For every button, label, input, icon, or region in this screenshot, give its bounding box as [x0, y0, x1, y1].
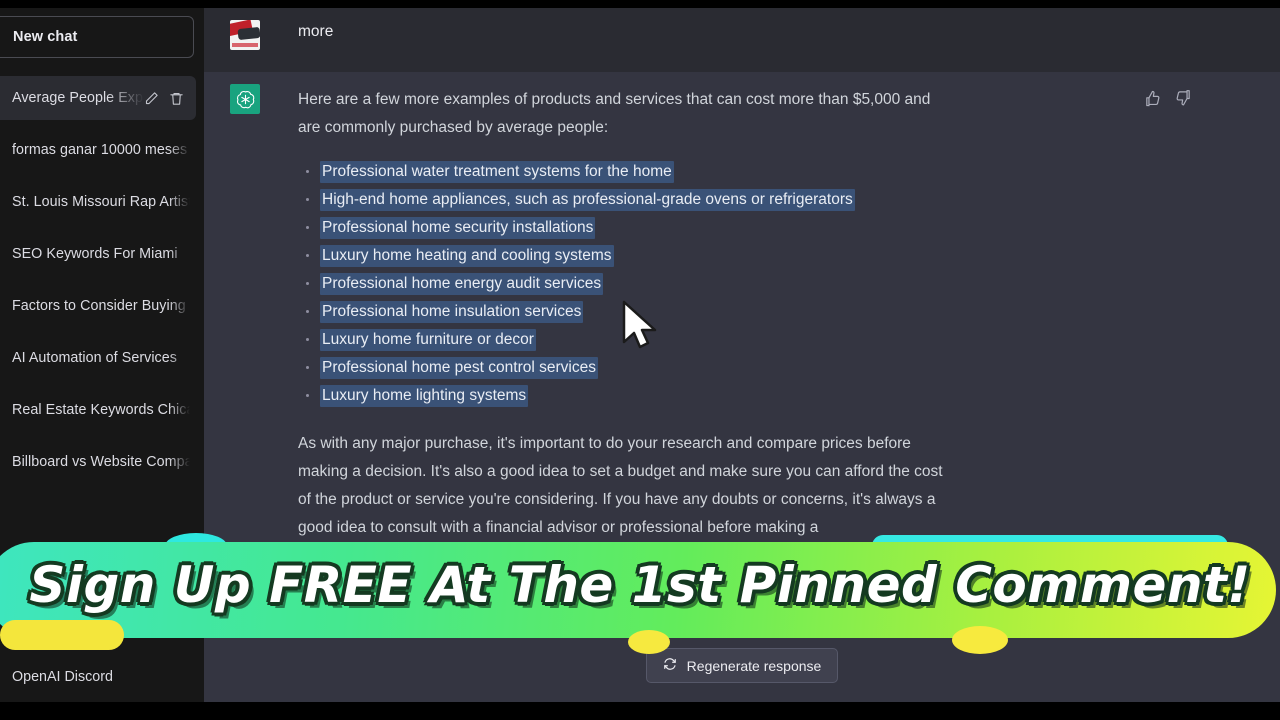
- list-item: Professional home energy audit services: [298, 270, 1250, 298]
- list-item-text: Professional home insulation services: [320, 301, 584, 323]
- list-item-text: High-end home appliances, such as profes…: [320, 189, 855, 211]
- regenerate-label: Regenerate response: [686, 657, 822, 674]
- trash-icon[interactable]: [169, 91, 184, 106]
- list-item-text: Professional home pest control services: [320, 357, 598, 379]
- list-item-text: Luxury home lighting systems: [320, 385, 529, 407]
- assistant-closing-paragraph: As with any major purchase, it's importa…: [298, 435, 943, 536]
- sidebar-item-label: AI Automation of Services: [12, 350, 177, 366]
- user-message-text: more: [298, 23, 334, 40]
- avatar-column: [204, 72, 260, 542]
- list-item-text: Professional home energy audit services: [320, 273, 604, 295]
- sidebar-item-formas-ganar[interactable]: formas ganar 10000 meses: [0, 128, 196, 172]
- new-chat-label: New chat: [13, 29, 78, 45]
- avatar: [230, 20, 260, 50]
- chat-history-list: Average People Expen: [0, 76, 196, 492]
- new-chat-button[interactable]: New chat: [0, 16, 194, 58]
- list-item: Professional home insulation services: [298, 298, 1250, 326]
- sidebar-item-label: Factors to Consider Buying S: [12, 298, 190, 314]
- list-item-text: Professional home security installations: [320, 217, 596, 239]
- chat-row-actions: [144, 91, 190, 106]
- list-item: Professional home security installations: [298, 214, 1250, 242]
- sidebar-item-label: St. Louis Missouri Rap Artists: [12, 194, 190, 210]
- sidebar-item-label: SEO Keywords For Miami: [12, 246, 178, 262]
- list-item: High-end home appliances, such as profes…: [298, 186, 1250, 214]
- list-item: Luxury home heating and cooling systems: [298, 242, 1250, 270]
- sidebar-item-st-louis-rap-artists[interactable]: St. Louis Missouri Rap Artists: [0, 180, 196, 224]
- chatgpt-logo-icon: [230, 84, 260, 114]
- refresh-icon: [663, 657, 677, 674]
- list-item: Professional water treatment systems for…: [298, 158, 1250, 186]
- avatar-column: [204, 8, 260, 72]
- sidebar-item-billboard-vs-website[interactable]: Billboard vs Website Compari: [0, 440, 196, 484]
- assistant-intro-paragraph: Here are a few more examples of products…: [298, 91, 931, 136]
- message-body: more: [260, 8, 1280, 72]
- edit-icon[interactable]: [144, 91, 159, 106]
- message-user: more: [204, 8, 1280, 72]
- sidebar-item-factors-to-consider[interactable]: Factors to Consider Buying S: [0, 284, 196, 328]
- conversation-panel: more Here are a few more examples of pro…: [204, 8, 1280, 702]
- sidebar-item-openai-discord[interactable]: OpenAI Discord: [0, 656, 196, 698]
- sidebar-item-label: Billboard vs Website Compari: [12, 454, 190, 470]
- sidebar: New chat Average People Expen: [0, 8, 204, 702]
- letterbox-top: [0, 0, 1280, 8]
- list-item-text: Luxury home heating and cooling systems: [320, 245, 614, 267]
- screen-root: New chat Average People Expen: [0, 0, 1280, 720]
- regenerate-bar: Regenerate response: [204, 648, 1280, 683]
- sidebar-item-label: Average People Expen: [12, 90, 144, 106]
- sidebar-item-real-estate-keywords[interactable]: Real Estate Keywords Chicago: [0, 388, 196, 432]
- thumbs-up-icon[interactable]: [1144, 90, 1161, 107]
- sidebar-item-average-people-expen[interactable]: Average People Expen: [0, 76, 196, 120]
- sidebar-item-label: Real Estate Keywords Chicago: [12, 402, 190, 418]
- assistant-bullet-list: Professional water treatment systems for…: [298, 158, 1250, 410]
- sidebar-item-label: formas ganar 10000 meses: [12, 142, 188, 158]
- list-item-text: Professional water treatment systems for…: [320, 161, 674, 183]
- message-body: Here are a few more examples of products…: [260, 72, 1280, 542]
- sidebar-item-seo-keywords-miami[interactable]: SEO Keywords For Miami: [0, 232, 196, 276]
- list-item-text: Luxury home furniture or decor: [320, 329, 536, 351]
- list-item: Luxury home furniture or decor: [298, 326, 1250, 354]
- mouse-cursor: [620, 300, 664, 357]
- message-feedback-actions: [1144, 90, 1192, 107]
- message-assistant: Here are a few more examples of products…: [204, 72, 1280, 542]
- list-item: Professional home pest control services: [298, 354, 1250, 382]
- thumbs-down-icon[interactable]: [1175, 90, 1192, 107]
- regenerate-response-button[interactable]: Regenerate response: [645, 648, 839, 683]
- sidebar-bottom-label: OpenAI Discord: [12, 669, 113, 685]
- list-item: Luxury home lighting systems: [298, 382, 1250, 410]
- sidebar-item-ai-automation[interactable]: AI Automation of Services: [0, 336, 196, 380]
- letterbox-bottom: [0, 702, 1280, 720]
